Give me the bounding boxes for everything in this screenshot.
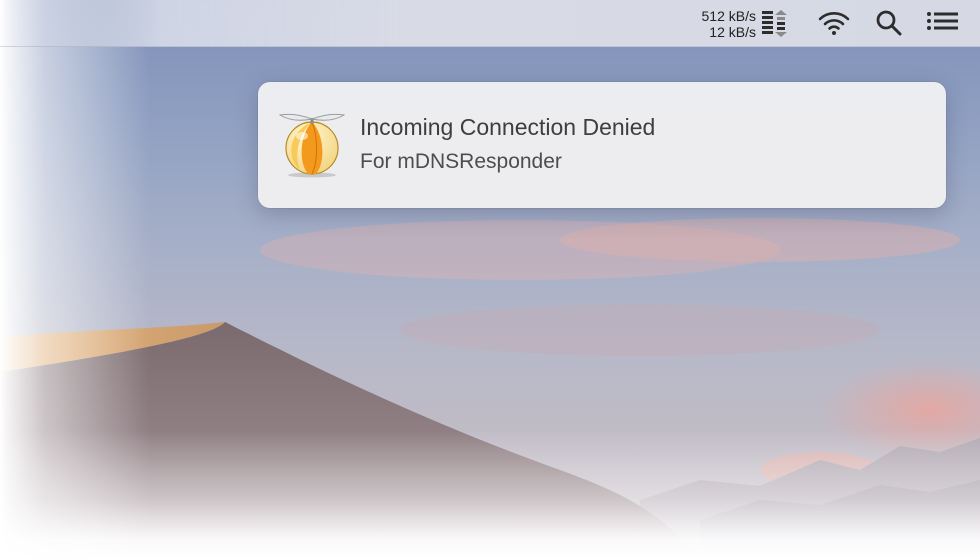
little-snitch-icon [278,113,346,178]
notification-title: Incoming Connection Denied [360,114,656,140]
notification-subtitle: For mDNSResponder [360,150,562,173]
search-icon[interactable] [874,9,904,37]
notification-banner[interactable]: Incoming Connection Denied For mDNSRespo… [258,82,946,208]
download-rate: 12 kB/s [709,24,756,40]
notification-center-icon[interactable] [926,11,960,35]
upload-rate: 512 kB/s [701,8,756,24]
network-speed-readout[interactable]: 512 kB/s 12 kB/s [680,8,756,40]
wifi-icon[interactable] [817,10,851,36]
menu-bar: 512 kB/s 12 kB/s [0,0,980,47]
network-activity-icon[interactable] [761,9,791,39]
